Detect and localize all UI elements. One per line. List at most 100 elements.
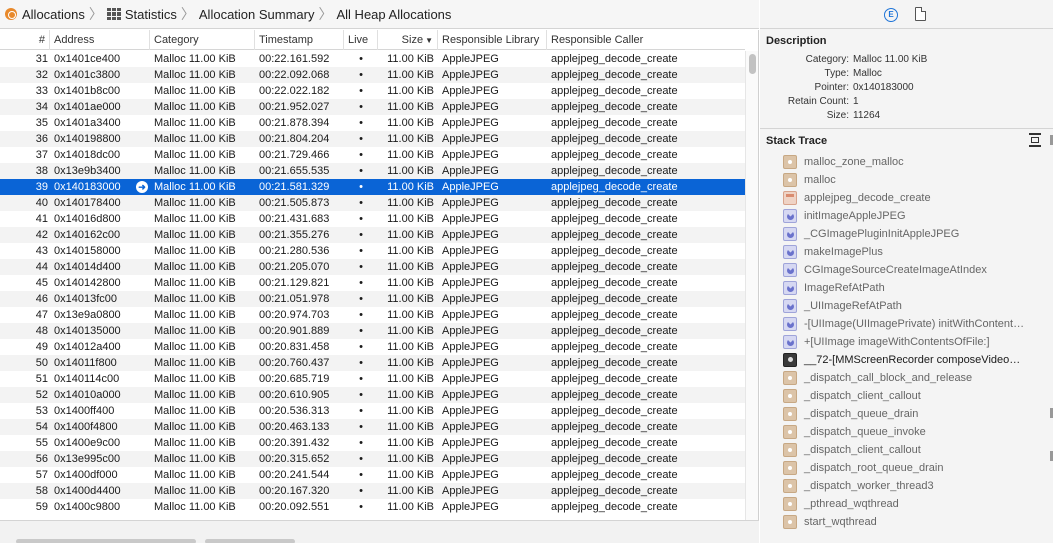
- cell-responsible-caller: applejpeg_decode_create: [551, 165, 678, 177]
- table-row[interactable]: 35 0x1401a3400 Malloc 11.00 KiB 00:21.878.3…: [0, 115, 745, 131]
- cell-timestamp: 00:22.161.592: [259, 53, 330, 65]
- stack-frame[interactable]: _dispatch_queue_invoke: [760, 423, 1053, 441]
- extended-detail-icon[interactable]: E: [884, 8, 898, 22]
- stack-frame[interactable]: _dispatch_worker_thread3: [760, 477, 1053, 495]
- stack-frame[interactable]: _CGImagePluginInitAppleJPEG: [760, 225, 1053, 243]
- table-row[interactable]: 46 0x14013fc00 Malloc 11.00 KiB 00:21.051.9…: [0, 291, 745, 307]
- column-header-size[interactable]: Size ▼: [378, 30, 438, 50]
- stack-frame[interactable]: start_wqthread: [760, 513, 1053, 531]
- cell-address: 0x14018dc00: [54, 149, 121, 161]
- table-row[interactable]: 56 0x13e995c00 Malloc 11.00 KiB 00:20.315.6…: [0, 451, 745, 467]
- table-row[interactable]: 36 0x140198800 Malloc 11.00 KiB 00:21.804.2…: [0, 131, 745, 147]
- breadcrumb-item-allocation-summary[interactable]: Allocation Summary: [199, 7, 315, 22]
- stack-frame-label: _UIImageRefAtPath: [804, 300, 902, 312]
- table-row[interactable]: 57 0x1400df000 Malloc 11.00 KiB 00:20.241.5…: [0, 467, 745, 483]
- cell-number: 32: [35, 69, 48, 81]
- document-icon[interactable]: [915, 7, 926, 21]
- stack-frame[interactable]: makeImagePlus: [760, 243, 1053, 261]
- stack-frame[interactable]: malloc_zone_malloc: [760, 153, 1053, 171]
- stack-frame[interactable]: _dispatch_root_queue_drain: [760, 459, 1053, 477]
- table-row[interactable]: 52 0x14010a000 Malloc 11.00 KiB 00:20.610.9…: [0, 387, 745, 403]
- column-header-responsible-library[interactable]: Responsible Library: [438, 30, 547, 50]
- cell-number: 44: [35, 261, 48, 273]
- table-row[interactable]: 43 0x140158000 Malloc 11.00 KiB 00:21.280.5…: [0, 243, 745, 259]
- stack-frame[interactable]: ImageRefAtPath: [760, 279, 1053, 297]
- column-header-timestamp[interactable]: Timestamp: [255, 30, 344, 50]
- stack-frame[interactable]: _dispatch_client_callout: [760, 441, 1053, 459]
- stack-frame[interactable]: __72-[MMScreenRecorder composeVideo…: [760, 351, 1053, 369]
- stack-frame[interactable]: malloc: [760, 171, 1053, 189]
- stack-frame[interactable]: applejpeg_decode_create: [760, 189, 1053, 207]
- horizontal-scrollbar-thumb[interactable]: [16, 539, 196, 543]
- cell-responsible-caller: applejpeg_decode_create: [551, 325, 678, 337]
- table-row[interactable]: 39 0x140183000 Malloc 11.00 KiB 00:21.581.3…: [0, 179, 745, 195]
- table-row[interactable]: 49 0x14012a400 Malloc 11.00 KiB 00:20.831.4…: [0, 339, 745, 355]
- table-row[interactable]: 38 0x13e9b3400 Malloc 11.00 KiB 00:21.655.5…: [0, 163, 745, 179]
- horizontal-scrollbar-thumb-secondary[interactable]: [205, 539, 295, 543]
- table-row[interactable]: 41 0x14016d800 Malloc 11.00 KiB 00:21.431.6…: [0, 211, 745, 227]
- table-row[interactable]: 40 0x140178400 Malloc 11.00 KiB 00:21.505.8…: [0, 195, 745, 211]
- cell-address: 0x14012a400: [54, 341, 121, 353]
- stack-frame[interactable]: _dispatch_queue_drain: [760, 405, 1053, 423]
- cell-size: 11.00 KiB: [387, 469, 434, 481]
- table-row[interactable]: 34 0x1401ae000 Malloc 11.00 KiB 00:21.952.0…: [0, 99, 745, 115]
- table-row[interactable]: 48 0x140135000 Malloc 11.00 KiB 00:20.901.8…: [0, 323, 745, 339]
- breadcrumb-item-statistics[interactable]: Statistics: [106, 7, 177, 22]
- cell-live: •: [359, 405, 363, 417]
- column-header-address[interactable]: Address: [50, 30, 150, 50]
- column-header-responsible-caller[interactable]: Responsible Caller: [547, 30, 745, 50]
- stack-frame[interactable]: _dispatch_call_block_and_release: [760, 369, 1053, 387]
- table-row[interactable]: 47 0x13e9a0800 Malloc 11.00 KiB 00:20.974.7…: [0, 307, 745, 323]
- table-row[interactable]: 44 0x14014d400 Malloc 11.00 KiB 00:21.205.0…: [0, 259, 745, 275]
- stack-frame[interactable]: _UIImageRefAtPath: [760, 297, 1053, 315]
- table-row[interactable]: 37 0x14018dc00 Malloc 11.00 KiB 00:21.729.4…: [0, 147, 745, 163]
- stack-trace-options-icon[interactable]: [1028, 133, 1042, 147]
- stack-frame[interactable]: _pthread_wqthread: [760, 495, 1053, 513]
- stack-frame[interactable]: _dispatch_client_callout: [760, 387, 1053, 405]
- table-row[interactable]: 42 0x140162c00 Malloc 11.00 KiB 00:21.355.2…: [0, 227, 745, 243]
- stack-frame[interactable]: -[UIImage(UIImagePrivate) initWithConten…: [760, 315, 1053, 333]
- table-row[interactable]: 55 0x1400e9c00 Malloc 11.00 KiB 00:20.391.4…: [0, 435, 745, 451]
- table-row[interactable]: 45 0x140142800 Malloc 11.00 KiB 00:21.129.8…: [0, 275, 745, 291]
- stack-frame-label: _dispatch_root_queue_drain: [804, 462, 944, 474]
- table-row[interactable]: 53 0x1400ff400 Malloc 11.00 KiB 00:20.536.3…: [0, 403, 745, 419]
- table-row[interactable]: 59 0x1400c9800 Malloc 11.00 KiB 00:20.092.5…: [0, 499, 745, 515]
- table-row[interactable]: 50 0x14011f800 Malloc 11.00 KiB 00:20.760.4…: [0, 355, 745, 371]
- table-vertical-scrollbar[interactable]: [745, 51, 758, 520]
- column-header-category[interactable]: Category: [150, 30, 255, 50]
- focus-arrow-icon[interactable]: ➜: [136, 181, 148, 193]
- cell-category: Malloc 11.00 KiB: [154, 229, 236, 241]
- cell-address: 0x1400df000: [54, 469, 118, 481]
- column-header-number[interactable]: #: [0, 30, 50, 50]
- breadcrumb-item-allocations[interactable]: Allocations: [5, 7, 85, 22]
- cell-number: 43: [35, 245, 48, 257]
- cell-responsible-caller: applejpeg_decode_create: [551, 389, 678, 401]
- table-row[interactable]: 33 0x1401b8c00 Malloc 11.00 KiB 00:22.022.1…: [0, 83, 745, 99]
- table-row[interactable]: 31 0x1401ce400 Malloc 11.00 KiB 00:22.161.5…: [0, 51, 745, 67]
- table-row[interactable]: 54 0x1400f4800 Malloc 11.00 KiB 00:20.463.1…: [0, 419, 745, 435]
- system-library-icon: [783, 407, 797, 421]
- table-row[interactable]: 51 0x140114c00 Malloc 11.00 KiB 00:20.685.7…: [0, 371, 745, 387]
- table-row[interactable]: 58 0x1400d4400 Malloc 11.00 KiB 00:20.167.3…: [0, 483, 745, 499]
- cell-address: 0x1401a3400: [54, 117, 121, 129]
- cell-address: 0x13e995c00: [54, 453, 121, 465]
- stack-frame[interactable]: CGImageSourceCreateImageAtIndex: [760, 261, 1053, 279]
- cell-size: 11.00 KiB: [387, 341, 434, 353]
- stack-frame-label: start_wqthread: [804, 516, 877, 528]
- cell-responsible-library: AppleJPEG: [442, 453, 499, 465]
- stack-frame[interactable]: +[UIImage imageWithContentsOfFile:]: [760, 333, 1053, 351]
- table-row[interactable]: 32 0x1401c3800 Malloc 11.00 KiB 00:22.092.0…: [0, 67, 745, 83]
- description-value: Malloc 11.00 KiB: [853, 54, 928, 65]
- cell-size: 11.00 KiB: [387, 213, 434, 225]
- table-body: 31 0x1401ce400 Malloc 11.00 KiB 00:22.161.5…: [0, 51, 745, 515]
- description-key: Retain Count:: [787, 96, 849, 107]
- stack-frame-label: makeImagePlus: [804, 246, 883, 258]
- cell-number: 53: [35, 405, 48, 417]
- scrollbar-thumb[interactable]: [749, 54, 756, 74]
- bottom-scroll-area: [0, 520, 759, 543]
- column-header-live[interactable]: Live: [344, 30, 378, 50]
- stack-frame[interactable]: initImageAppleJPEG: [760, 207, 1053, 225]
- breadcrumb-item-all-heap-allocations[interactable]: All Heap Allocations: [337, 7, 452, 22]
- cell-responsible-caller: applejpeg_decode_create: [551, 437, 678, 449]
- cell-responsible-caller: applejpeg_decode_create: [551, 453, 678, 465]
